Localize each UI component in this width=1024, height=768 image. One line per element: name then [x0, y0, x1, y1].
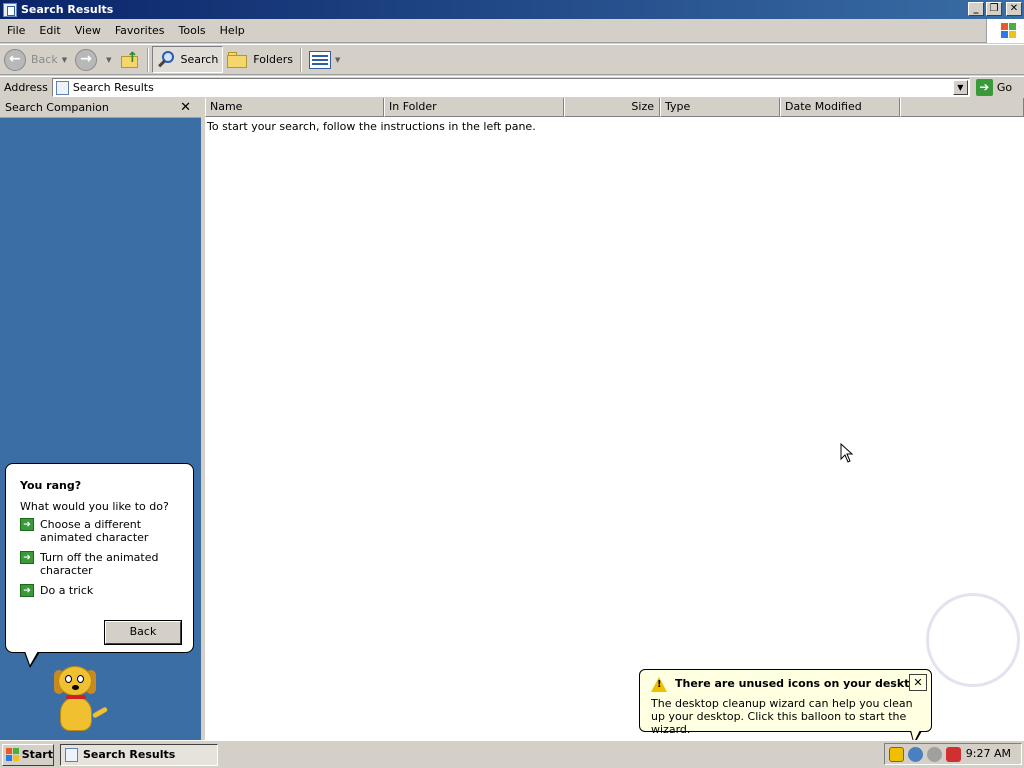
- address-value: Search Results: [72, 81, 154, 94]
- windows-flag-icon: [6, 748, 19, 761]
- window-controls: _ ❐ ✕: [968, 2, 1022, 16]
- views-icon: [309, 50, 332, 69]
- menu-bar: File Edit View Favorites Tools Help: [0, 19, 1024, 43]
- balloon-question: What would you like to do?: [20, 500, 169, 513]
- option-turn-off-character[interactable]: ➔ Turn off the animated character: [20, 551, 185, 577]
- forward-button[interactable]: ▼: [71, 46, 115, 73]
- antivirus-icon[interactable]: [946, 746, 961, 762]
- column-header-filler: [900, 98, 1024, 117]
- back-button[interactable]: Back ▼: [0, 46, 71, 73]
- security-shield-icon[interactable]: [889, 746, 904, 762]
- back-label: Back: [31, 53, 58, 66]
- security-center-icon[interactable]: [927, 746, 942, 762]
- go-label: Go: [996, 81, 1013, 94]
- column-header-date-modified[interactable]: Date Modified: [780, 98, 900, 117]
- menu-favorites[interactable]: Favorites: [108, 24, 172, 37]
- toolbar-separator: [300, 47, 303, 72]
- column-header-in-folder[interactable]: In Folder: [384, 98, 564, 117]
- close-icon[interactable]: ✕: [909, 674, 927, 691]
- search-results-icon: [55, 80, 69, 95]
- notification-title: There are unused icons on your desktop: [675, 677, 925, 690]
- green-arrow-icon: ➔: [20, 518, 34, 531]
- search-companion-header: Search Companion ✕: [0, 98, 201, 118]
- warning-icon: [651, 677, 667, 692]
- search-button[interactable]: Search: [151, 46, 224, 73]
- forward-arrow-icon: [75, 48, 98, 71]
- taskbar-item-search-results[interactable]: Search Results: [60, 743, 218, 766]
- column-header-name[interactable]: Name: [205, 98, 384, 117]
- chevron-down-icon[interactable]: ▼: [335, 56, 340, 64]
- option-label: Do a trick: [40, 584, 94, 597]
- toolbar-separator: [146, 47, 149, 72]
- standard-toolbar: Back ▼ ▼ ↑ Search Folders ▼: [0, 44, 1024, 75]
- menu-edit[interactable]: Edit: [32, 24, 67, 37]
- back-arrow-icon: [4, 48, 26, 71]
- clock[interactable]: 9:27 AM: [966, 747, 1011, 760]
- column-header-size[interactable]: Size: [564, 98, 660, 117]
- green-arrow-icon: ➔: [20, 551, 34, 564]
- go-button[interactable]: ➔ Go: [975, 79, 1013, 96]
- address-bar: Address Search Results ▼ ➔ Go: [0, 76, 1024, 98]
- system-tray: 9:27 AM: [884, 743, 1022, 765]
- menu-tools[interactable]: Tools: [172, 24, 213, 37]
- search-label: Search: [180, 53, 219, 66]
- faded-circle-overlay: [926, 593, 1020, 687]
- desktop-cleanup-balloon[interactable]: There are unused icons on your desktop ✕…: [639, 669, 932, 745]
- start-label: Start: [21, 748, 53, 761]
- start-button[interactable]: Start: [2, 743, 54, 766]
- option-label: Choose a different animated character: [40, 518, 149, 544]
- network-icon[interactable]: [908, 746, 923, 762]
- balloon-back-button[interactable]: Back: [104, 620, 182, 645]
- search-icon: [157, 50, 177, 70]
- balloon-title: You rang?: [20, 479, 82, 492]
- option-choose-character[interactable]: ➔ Choose a different animated character: [20, 518, 185, 544]
- menu-help[interactable]: Help: [213, 24, 252, 37]
- taskbar: Start Search Results 9:27 AM: [0, 740, 1024, 768]
- option-do-a-trick[interactable]: ➔ Do a trick: [20, 584, 185, 597]
- restore-button[interactable]: ❐: [986, 2, 1002, 16]
- column-headers: Name In Folder Size Type Date Modified: [205, 98, 1024, 117]
- results-pane[interactable]: Name In Folder Size Type Date Modified T…: [205, 98, 1024, 740]
- option-label: Turn off the animated character: [40, 551, 159, 577]
- folder-icon: [227, 51, 249, 69]
- search-results-icon: [65, 747, 78, 762]
- notification-body: The desktop cleanup wizard can help you …: [651, 697, 913, 736]
- search-companion-title: Search Companion: [5, 101, 109, 114]
- folders-label: Folders: [253, 53, 294, 66]
- window-title: Search Results: [21, 3, 114, 16]
- title-bar[interactable]: Search Results _ ❐ ✕: [0, 0, 1024, 19]
- results-instructions: To start your search, follow the instruc…: [207, 120, 536, 133]
- animated-dog-character[interactable]: [48, 662, 112, 734]
- close-icon[interactable]: ✕: [180, 100, 191, 115]
- chevron-down-icon[interactable]: ▼: [952, 80, 968, 95]
- chevron-down-icon[interactable]: ▼: [106, 56, 111, 64]
- views-button[interactable]: ▼: [305, 46, 344, 73]
- task-label: Search Results: [83, 748, 176, 761]
- menu-file[interactable]: File: [0, 24, 32, 37]
- address-label: Address: [4, 81, 48, 94]
- menu-view[interactable]: View: [68, 24, 108, 37]
- address-input[interactable]: Search Results ▼: [51, 78, 970, 97]
- green-arrow-icon: ➔: [20, 584, 34, 597]
- up-folder-button[interactable]: ↑: [116, 46, 144, 73]
- up-folder-icon: ↑: [120, 50, 140, 70]
- balloon-tail: [24, 651, 40, 668]
- assistant-balloon: You rang? What would you like to do? ➔ C…: [5, 463, 194, 668]
- minimize-button[interactable]: _: [968, 2, 984, 16]
- folders-button[interactable]: Folders: [223, 46, 297, 73]
- column-header-type[interactable]: Type: [660, 98, 780, 117]
- go-arrow-icon: ➔: [975, 79, 993, 96]
- close-button[interactable]: ✕: [1006, 2, 1022, 16]
- chevron-down-icon[interactable]: ▼: [62, 56, 67, 64]
- windows-logo-icon: [986, 19, 1024, 43]
- search-results-icon: [3, 2, 17, 17]
